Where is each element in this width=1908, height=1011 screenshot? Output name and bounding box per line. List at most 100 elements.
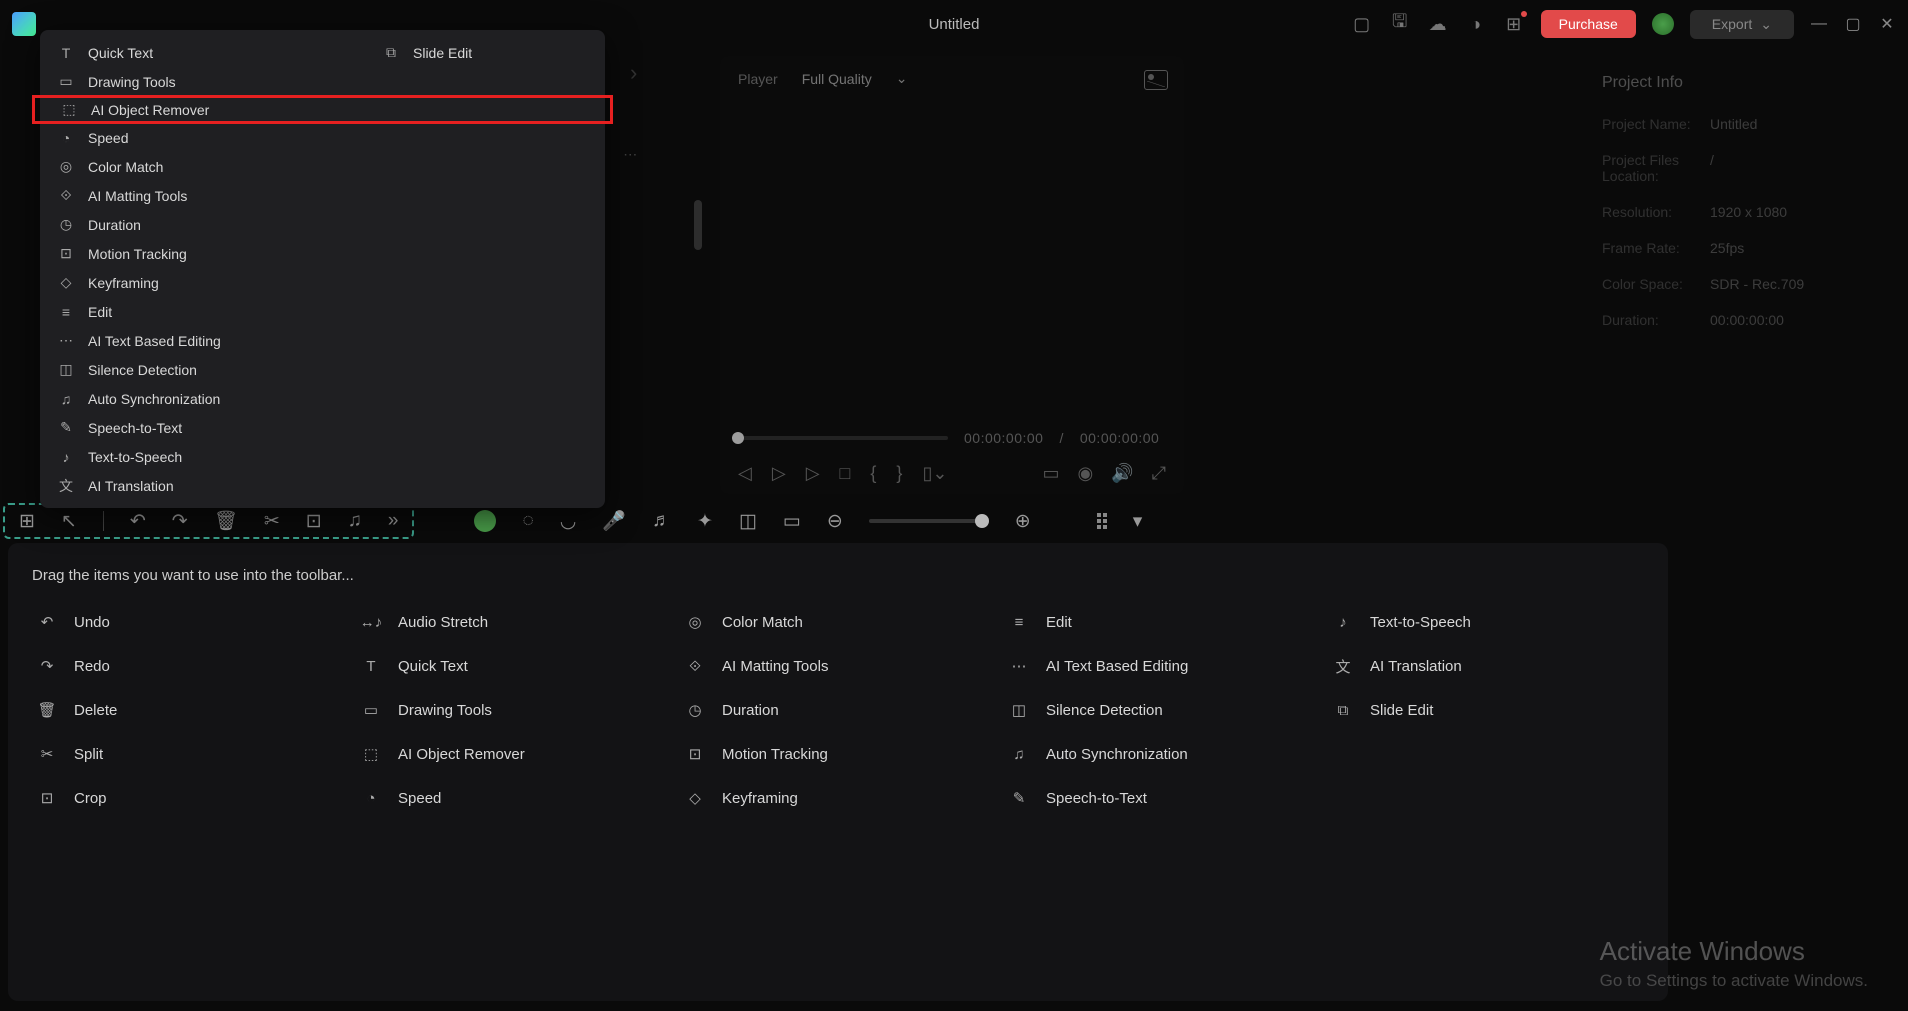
mark-out-button[interactable]: } bbox=[896, 463, 902, 484]
menu-item-ai-text-editing[interactable]: ⋯AI Text Based Editing bbox=[40, 326, 605, 355]
menu-item-duration[interactable]: ◷Duration bbox=[40, 210, 605, 239]
tool-redo[interactable]: ↷Redo bbox=[32, 646, 348, 686]
aspect-icon[interactable]: ▭ bbox=[783, 510, 801, 533]
trash-icon[interactable]: 🗑 bbox=[214, 509, 238, 533]
menu-item-keyframing[interactable]: ◇Keyframing bbox=[40, 268, 605, 297]
layout-icon[interactable]: ▢ bbox=[1351, 13, 1373, 35]
fullscreen-icon[interactable]: ⤢ bbox=[1152, 463, 1166, 484]
menu-item-speech-to-text[interactable]: ✎Speech-to-Text bbox=[40, 413, 605, 442]
ai-text-icon: ⋯ bbox=[58, 333, 74, 349]
track-dropdown-icon[interactable]: ▾ bbox=[1133, 510, 1143, 533]
tool-speed[interactable]: ◔Speed bbox=[356, 778, 672, 818]
purchase-button[interactable]: Purchase bbox=[1541, 10, 1636, 38]
tool-audio-stretch[interactable]: ↔♪Audio Stretch bbox=[356, 602, 672, 642]
save-icon[interactable]: 🖫 bbox=[1389, 13, 1411, 35]
tool-ai-text-editing[interactable]: ⋯AI Text Based Editing bbox=[1004, 646, 1320, 686]
tool-speech-to-text[interactable]: ✎Speech-to-Text bbox=[1004, 778, 1320, 818]
globe-icon[interactable] bbox=[1652, 13, 1674, 35]
volume-icon[interactable]: 🔊 bbox=[1111, 463, 1133, 484]
render-icon[interactable]: ◌ bbox=[522, 510, 533, 532]
menu-item-drawing-tools[interactable]: ▭Drawing Tools bbox=[40, 67, 605, 96]
maximize-button[interactable]: ▢ bbox=[1844, 15, 1862, 33]
tool-auto-sync[interactable]: ♫Auto Synchronization bbox=[1004, 734, 1320, 774]
snapshot-icon[interactable]: ◉ bbox=[1077, 463, 1093, 484]
tool-duration[interactable]: ◷Duration bbox=[680, 690, 996, 730]
tool-ai-translation[interactable]: 文AI Translation bbox=[1328, 646, 1644, 686]
stop-button[interactable]: □ bbox=[840, 463, 851, 484]
timeline-slider[interactable] bbox=[738, 436, 948, 440]
tool-color-match[interactable]: ◎Color Match bbox=[680, 602, 996, 642]
next-frame-button[interactable]: ▷ bbox=[772, 463, 786, 484]
undo-icon[interactable]: ↶ bbox=[130, 510, 146, 533]
scissors-icon[interactable]: ✂ bbox=[264, 510, 280, 533]
tool-delete[interactable]: 🗑Delete bbox=[32, 690, 348, 730]
apps-icon[interactable]: ⊞ bbox=[1503, 13, 1525, 35]
chevron-right-icon[interactable]: › bbox=[630, 60, 637, 86]
menu-item-speed[interactable]: ◔Speed bbox=[40, 123, 605, 152]
music-icon[interactable]: ♬ bbox=[652, 510, 671, 532]
menu-item-motion-tracking[interactable]: ⊡Motion Tracking bbox=[40, 239, 605, 268]
scrollbar[interactable] bbox=[694, 200, 702, 250]
tool-silence-detection[interactable]: ◫Silence Detection bbox=[1004, 690, 1320, 730]
crop-icon[interactable]: ⊡ bbox=[306, 510, 322, 533]
tts-icon: ♪ bbox=[1332, 611, 1354, 633]
tool-crop[interactable]: ⊡Crop bbox=[32, 778, 348, 818]
toolbar-drop-zone[interactable]: ⊞ ↖ ↶ ↷ 🗑 ✂ ⊡ ♫ » bbox=[3, 503, 414, 539]
zoom-slider[interactable] bbox=[869, 519, 989, 523]
headphones-icon[interactable]: ◑ bbox=[1465, 13, 1487, 35]
menu-item-edit[interactable]: ≡Edit bbox=[40, 297, 605, 326]
menu-item-slide-edit[interactable]: ⧉ Slide Edit bbox=[365, 38, 490, 67]
minimize-button[interactable]: — bbox=[1810, 15, 1828, 33]
scissors-icon: ✂ bbox=[36, 743, 58, 765]
ratio-button[interactable]: ▯⌄ bbox=[922, 463, 947, 484]
tool-motion-tracking[interactable]: ⊡Motion Tracking bbox=[680, 734, 996, 774]
audio-icon[interactable]: ♫ bbox=[348, 510, 362, 532]
tool-quick-text[interactable]: TQuick Text bbox=[356, 646, 672, 686]
more-icon[interactable]: ⋯ bbox=[623, 146, 637, 163]
quality-dropdown[interactable]: Full Quality⌄ bbox=[802, 70, 908, 87]
redo-icon[interactable]: ↷ bbox=[172, 510, 188, 533]
tool-drawing[interactable]: ▭Drawing Tools bbox=[356, 690, 672, 730]
prev-frame-button[interactable]: ◁ bbox=[738, 463, 752, 484]
current-time: 00:00:00:00 bbox=[964, 430, 1043, 446]
cursor-icon[interactable]: ↖ bbox=[61, 510, 77, 533]
trash-icon: 🗑 bbox=[36, 699, 58, 721]
split-screen-icon[interactable]: ◫ bbox=[739, 510, 757, 533]
tool-undo[interactable]: ↶Undo bbox=[32, 602, 348, 642]
picture-icon[interactable] bbox=[1144, 70, 1168, 90]
menu-item-ai-matting[interactable]: ⟐AI Matting Tools bbox=[40, 181, 605, 210]
play-button[interactable]: ▷ bbox=[806, 463, 820, 484]
screen-icon[interactable]: ▭ bbox=[1042, 463, 1059, 484]
zoom-in-icon[interactable]: ⊕ bbox=[1015, 510, 1031, 533]
tool-text-to-speech[interactable]: ♪Text-to-Speech bbox=[1328, 602, 1644, 642]
menu-item-silence-detection[interactable]: ◫Silence Detection bbox=[40, 355, 605, 384]
tool-keyframing[interactable]: ◇Keyframing bbox=[680, 778, 996, 818]
marker-icon[interactable]: ◡ bbox=[560, 510, 577, 533]
tool-ai-object-remover[interactable]: ⬚AI Object Remover bbox=[356, 734, 672, 774]
effects-icon[interactable]: ✦ bbox=[697, 510, 713, 533]
menu-item-quick-text[interactable]: TQuick Text bbox=[40, 38, 605, 67]
menu-item-color-match[interactable]: ◎Color Match bbox=[40, 152, 605, 181]
sync-icon: ♫ bbox=[1008, 743, 1030, 765]
mark-in-button[interactable]: { bbox=[870, 463, 876, 484]
track-view-icon[interactable] bbox=[1097, 513, 1107, 529]
tool-ai-matting[interactable]: ⟐AI Matting Tools bbox=[680, 646, 996, 686]
rect-icon: ▭ bbox=[360, 699, 382, 721]
menu-item-text-to-speech[interactable]: ♪Text-to-Speech bbox=[40, 442, 605, 471]
tool-slide-edit[interactable]: ⧉Slide Edit bbox=[1328, 690, 1644, 730]
undo-icon: ↶ bbox=[36, 611, 58, 633]
close-button[interactable]: ✕ bbox=[1878, 15, 1896, 33]
menu-item-auto-sync[interactable]: ♫Auto Synchronization bbox=[40, 384, 605, 413]
more-tools-icon[interactable]: » bbox=[388, 510, 399, 532]
tool-edit[interactable]: ≡Edit bbox=[1004, 602, 1320, 642]
tool-split[interactable]: ✂Split bbox=[32, 734, 348, 774]
matting-icon: ⟐ bbox=[58, 188, 74, 204]
export-button[interactable]: Export⌄ bbox=[1690, 10, 1794, 39]
menu-item-ai-object-remover[interactable]: ⬚AI Object Remover bbox=[32, 95, 613, 124]
mic-icon[interactable]: 🎤 bbox=[602, 509, 626, 533]
record-indicator[interactable] bbox=[474, 510, 496, 532]
toolbar-grid-icon[interactable]: ⊞ bbox=[19, 510, 35, 533]
cloud-icon[interactable]: ☁ bbox=[1427, 13, 1449, 35]
menu-item-ai-translation[interactable]: 文AI Translation bbox=[40, 471, 605, 500]
zoom-out-icon[interactable]: ⊖ bbox=[827, 510, 843, 533]
